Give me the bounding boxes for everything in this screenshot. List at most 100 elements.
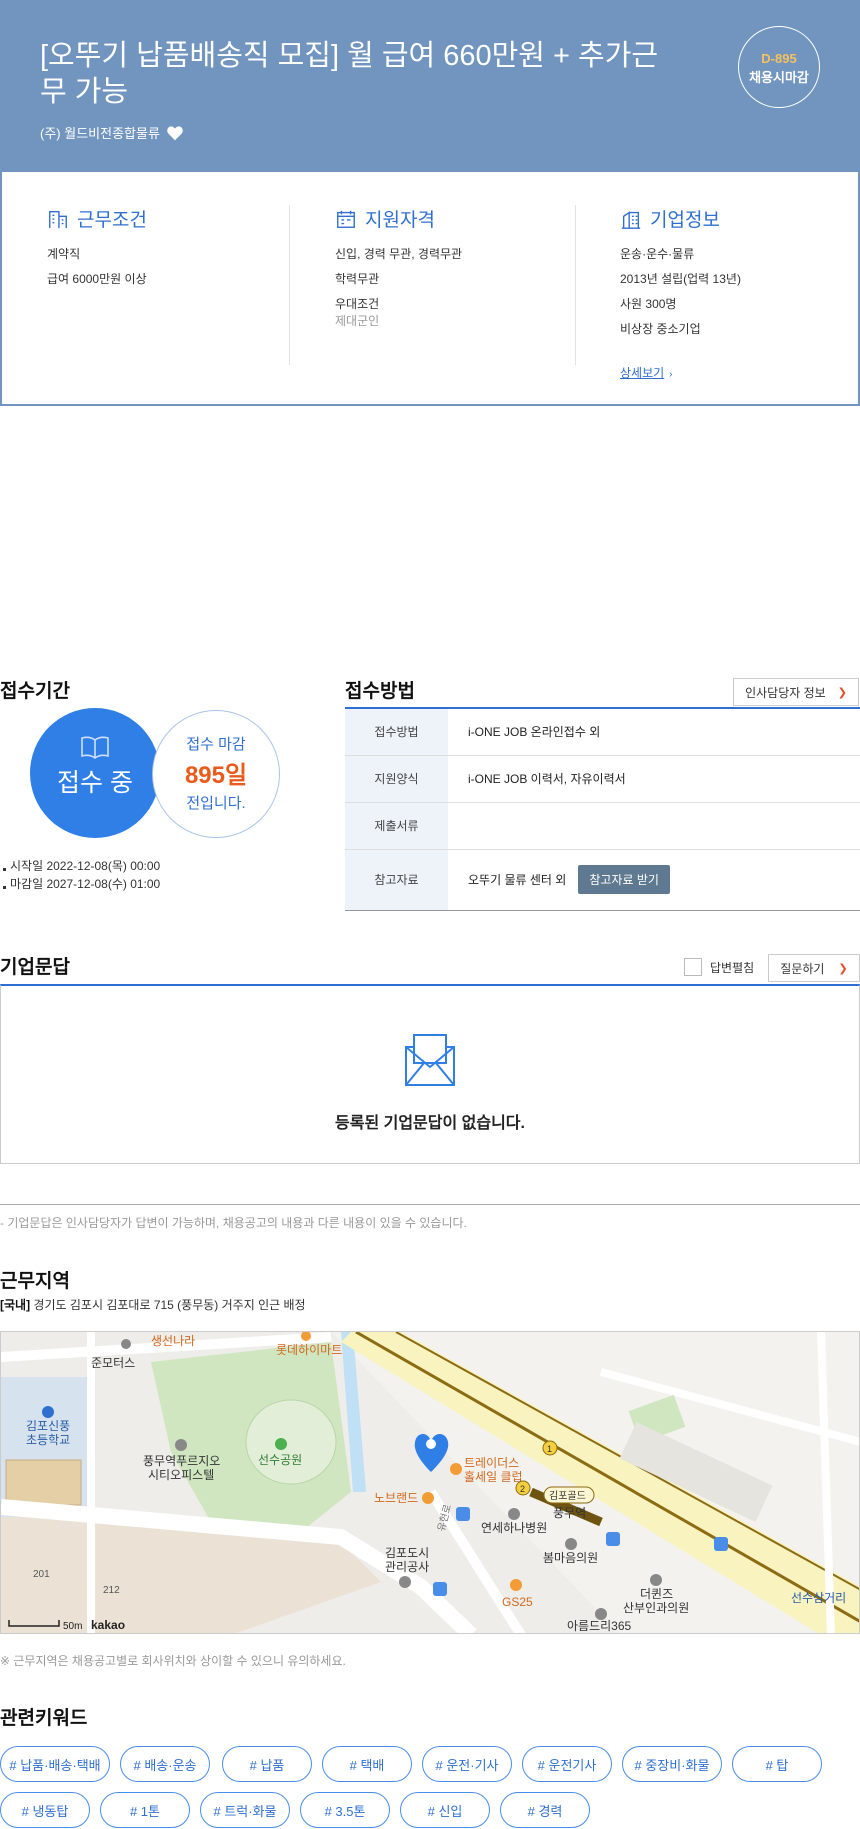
status-label: 접수 중 (57, 769, 133, 797)
chevron-right-icon: › (669, 369, 673, 380)
map-label: 노브랜드 (374, 1491, 418, 1505)
map-label: 풍무역 (553, 1506, 586, 1520)
scale-label: 50m (63, 1621, 82, 1632)
map-label: 풍무역푸르지오 (143, 1454, 220, 1468)
expand-answers-toggle[interactable]: 답변펼침 (684, 958, 754, 976)
table-key: 접수방법 (345, 708, 448, 756)
deadline-circle: 접수 마감 895일 전입니다. (152, 710, 280, 838)
keyword-tag[interactable]: # 1톤 (100, 1792, 190, 1828)
keyword-tag[interactable]: # 배송·운송 (120, 1746, 210, 1782)
address-text: 경기도 김포시 김포대로 715 (풍무동) 거주지 인근 배정 (33, 1298, 306, 1312)
bus-stop-icon (714, 1537, 728, 1551)
keyword-tag[interactable]: # 경력 (500, 1792, 590, 1828)
park-oval (245, 1399, 337, 1485)
table-value: 오뚜기 물류 센터 외 참고자료 받기 (448, 849, 860, 911)
expand-answers-checkbox[interactable] (684, 958, 702, 976)
keyword-tag[interactable]: # 3.5톤 (300, 1792, 390, 1828)
park-marker (275, 1438, 287, 1450)
qa-empty-message: 등록된 기업문답이 없습니다. (335, 1115, 525, 1132)
qualifications: 지원자격 신입, 경력 무관, 경력무관 학력무관 우대조건 제대군인 (289, 205, 575, 365)
keyword-tag[interactable]: # 운전기사 (522, 1746, 612, 1782)
map-label: 아름드리365 (567, 1619, 632, 1633)
period-heading: 접수기간 (0, 681, 70, 702)
keyword-tag[interactable]: # 트럭·화물 (200, 1792, 290, 1828)
company-item: 사원 300명 (620, 297, 677, 311)
job-header: [오뚜기 납품배송직 모집] 월 급여 660만원 + 추가근무 가능 (주) … (0, 0, 860, 172)
map-label: 생선나라 (151, 1334, 195, 1348)
method-table: 접수방법 i-ONE JOB 온라인접수 외 지원양식 i-ONE JOB 이력… (345, 707, 860, 911)
qualification-item: 학력무관 (335, 272, 380, 286)
table-row: 접수방법 i-ONE JOB 온라인접수 외 (345, 708, 860, 756)
map-label: 더퀸즈 (640, 1587, 673, 1601)
bus-stop-icon (456, 1507, 470, 1521)
company-building-icon (621, 210, 641, 229)
map-label: 선수공원 (258, 1453, 302, 1467)
reference-text: 오뚜기 물류 센터 외 (468, 873, 567, 887)
status-circle: 접수 중 (30, 708, 160, 838)
shop-marker (450, 1463, 462, 1475)
map-label: 김포골드 (549, 1490, 586, 1502)
keyword-tag[interactable]: # 탑 (732, 1746, 822, 1782)
heart-icon[interactable] (166, 125, 184, 141)
map-label: 선수삼거리 (791, 1591, 846, 1605)
table-key: 참고자료 (345, 849, 448, 911)
company-item: 운송·운수·물류 (620, 247, 695, 261)
dday-label: 채용시마감 (749, 70, 809, 85)
shop-marker (422, 1492, 434, 1504)
work-conditions-heading: 근무조건 (47, 205, 287, 232)
map-label: 홀세일 클럽 (464, 1470, 523, 1484)
map-label: 관리공사 (385, 1560, 429, 1574)
work-address: [국내] 경기도 김포시 김포대로 715 (풍무동) 거주지 인근 배정 (0, 1296, 306, 1313)
days-remaining: 895일 (184, 762, 248, 789)
svg-text:1: 1 (547, 1444, 552, 1454)
period-dates: 시작일 2022-12-08(목) 00:00 마감일 2027-12-08(수… (0, 857, 160, 893)
office-marker (399, 1576, 411, 1588)
job-summary: 근무조건 계약직 급여 6000만원 이상 지원자격 신입, 경력 무관, 경력… (0, 172, 860, 406)
map-label: 롯데하이마트 (276, 1343, 342, 1357)
download-reference-button[interactable]: 참고자료 받기 (578, 865, 670, 894)
keyword-tag[interactable]: # 납품 (222, 1746, 312, 1782)
keyword-tag[interactable]: # 냉동탑 (0, 1792, 90, 1828)
preferred-condition: 제대군인 (335, 314, 380, 328)
bus-stop-icon (606, 1532, 620, 1546)
work-conditions: 근무조건 계약직 급여 6000만원 이상 (47, 205, 287, 365)
map-label: 201 (33, 1569, 50, 1580)
company-detail-link[interactable]: 상세보기 › (620, 364, 673, 381)
hr-contact-button[interactable]: 인사담당자 정보 ❯ (733, 678, 859, 706)
keyword-tag[interactable]: # 신입 (400, 1792, 490, 1828)
map-label: 산부인과의원 (623, 1601, 689, 1615)
map-label: 김포도시 (385, 1546, 429, 1560)
location-pin-dot (426, 1439, 436, 1449)
map-label: 김포신풍 (26, 1419, 70, 1433)
chevron-right-icon: ❯ (837, 686, 847, 699)
location-map[interactable]: 생선나라 롯데하이마트 준모터스 김포신풍 초등학교 풍무역푸르지오 시티오피스… (0, 1331, 860, 1634)
qa-note: - 기업문답은 인사담당자가 답변이 가능하며, 채용공고의 내용과 다른 내용… (0, 1216, 467, 1230)
region-tag: [국내] (0, 1298, 31, 1312)
table-value: i-ONE JOB 온라인접수 외 (448, 708, 860, 756)
qa-empty-box: 등록된 기업문답이 없습니다. (0, 984, 860, 1164)
store-marker (510, 1579, 522, 1591)
envelope-icon (405, 1034, 455, 1086)
end-date: 마감일 2027-12-08(수) 01:00 (0, 875, 160, 893)
building-icon (49, 210, 67, 228)
map-label: 봄마음의원 (543, 1551, 598, 1565)
chevron-right-icon: ❯ (838, 962, 848, 975)
table-row: 제출서류 (345, 802, 860, 850)
open-book-icon (81, 736, 109, 759)
map-label: GS25 (502, 1595, 533, 1609)
keyword-tag[interactable]: # 택배 (322, 1746, 412, 1782)
dday-count: D-895 (761, 51, 797, 66)
poi-marker (121, 1339, 131, 1349)
map-label: 연세하나병원 (481, 1521, 547, 1535)
start-date: 시작일 2022-12-08(목) 00:00 (0, 857, 160, 875)
ask-question-button[interactable]: 질문하기 ❯ (768, 954, 860, 982)
school-field (5, 1459, 82, 1506)
company-item: 비상장 중소기업 (620, 322, 701, 336)
keyword-tag[interactable]: # 납품·배송·택배 (0, 1746, 110, 1782)
company-name[interactable]: (주) 월드비전종합물류 (40, 123, 160, 142)
svg-text:2: 2 (520, 1484, 525, 1494)
expand-answers-label[interactable]: 답변펼침 (710, 959, 754, 976)
keyword-tag[interactable]: # 중장비·화물 (622, 1746, 722, 1782)
map-brand: kakao (91, 1618, 125, 1632)
keyword-tag[interactable]: # 운전·기사 (422, 1746, 512, 1782)
